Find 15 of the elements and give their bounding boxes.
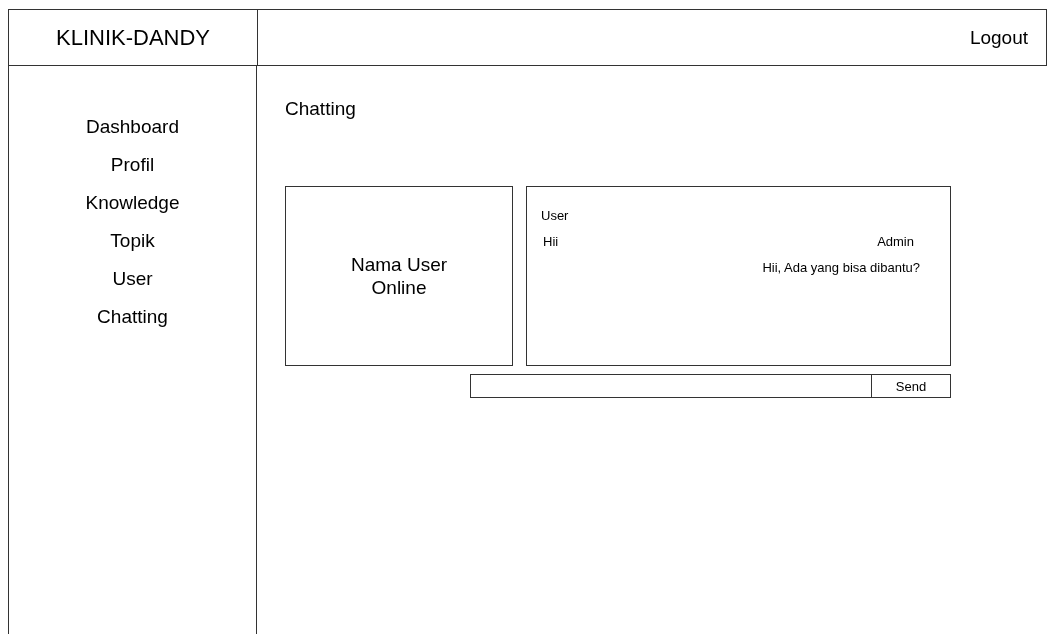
page-title: Chatting (285, 98, 357, 120)
nav-link[interactable]: User (112, 266, 153, 292)
logout-link[interactable]: Logout (969, 26, 1028, 49)
brand-name: KLINIK-DANDY (9, 10, 258, 65)
chat-message: Hii, Ada yang bisa dibantu? (762, 259, 920, 275)
nav-link[interactable]: Topik (110, 228, 155, 254)
message-field[interactable]: Send (470, 374, 951, 398)
nav-link[interactable]: Profil (110, 152, 155, 178)
nav-link[interactable]: Knowledge (85, 190, 180, 216)
sender-name: User (541, 207, 569, 223)
nav-link[interactable]: Chatting (97, 304, 168, 330)
nav-link[interactable]: Dashboard (86, 114, 179, 140)
sender-name: Admin (877, 233, 914, 249)
online-users-label: Nama User Online (349, 253, 449, 299)
chat-message: Hii (543, 233, 559, 249)
